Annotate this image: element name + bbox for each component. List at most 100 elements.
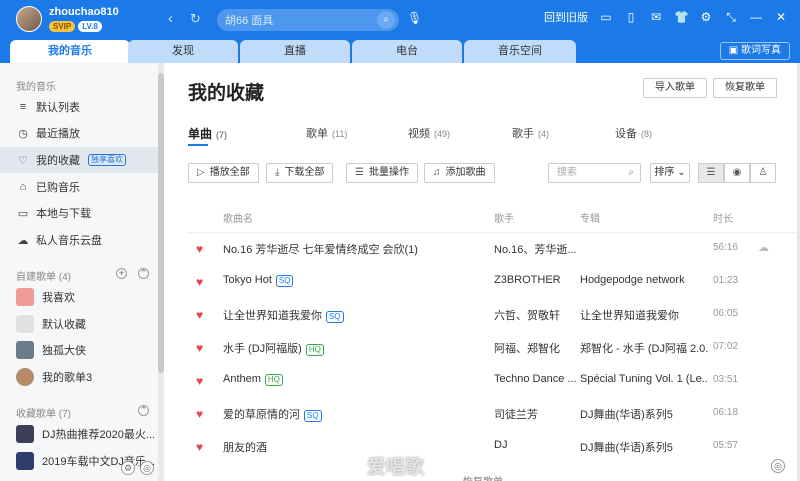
add-song-button[interactable]: ♫ 添加歌曲 [424, 163, 495, 183]
heart-icon[interactable]: ♥ [196, 374, 203, 388]
sidebar-scrollbar[interactable] [158, 63, 164, 481]
level-badge[interactable]: LV.8 [78, 21, 102, 32]
list-view-icon[interactable]: ☰ [698, 163, 724, 183]
lyrics-photo-button[interactable]: ▣ 歌词写真 [719, 42, 790, 60]
tab-my-music[interactable]: 我的音乐 [10, 40, 130, 63]
heart-icon[interactable]: ♥ [196, 341, 203, 355]
refresh-icon[interactable]: ↻ [190, 10, 201, 28]
column-header-name[interactable]: 歌曲名 [223, 210, 253, 225]
cloud-icon[interactable]: ☁ [758, 241, 769, 254]
sidebar-item-default-list[interactable]: ≡ 默认列表 [0, 94, 158, 120]
heart-icon[interactable]: ♥ [196, 440, 203, 454]
subtab-videos[interactable]: 视频 (49) [408, 125, 450, 141]
back-to-old-version-link[interactable]: 回到旧版 [544, 9, 588, 25]
sidebar-item-local[interactable]: ▭ 本地与下载 [0, 200, 158, 226]
sidebar-playlist[interactable]: 我喜欢 [0, 284, 158, 310]
sidebar-item-recent[interactable]: ◷ 最近播放 [0, 120, 158, 146]
mail-icon[interactable]: ✉ [649, 10, 663, 24]
song-name[interactable]: No.16 芳华逝尽 七年爱情终成空 会欣(1) [223, 241, 418, 257]
heart-icon[interactable]: ♥ [196, 242, 203, 256]
song-artist[interactable]: Techno Dance ... [494, 373, 576, 385]
song-name[interactable]: 让全世界知道我爱你 SQ [223, 307, 344, 323]
song-album[interactable]: 郑智化 - 水手 (DJ阿福 2.0... [580, 340, 708, 356]
subtab-songs[interactable]: 单曲 (7) [188, 125, 227, 142]
download-all-button[interactable]: ⤓ 下载全部 [266, 163, 334, 183]
song-album[interactable]: 让全世界知道我爱你 [580, 307, 679, 323]
tab-live[interactable]: 直播 [240, 40, 350, 63]
song-artist[interactable]: 六哲、贺敬轩 [494, 307, 560, 323]
sidebar-playlist[interactable]: 默认收藏 [0, 311, 158, 337]
song-artist[interactable]: Z3BROTHER [494, 274, 561, 286]
song-name[interactable]: 水手 (DJ阿福版) HQ [223, 340, 324, 356]
svip-badge[interactable]: SVIP [49, 21, 76, 32]
song-name[interactable]: 爱的草原情的河 SQ [223, 406, 322, 422]
artist-view-icon[interactable]: ♙ [750, 163, 776, 183]
sidebar-item-purchased[interactable]: ⌂ 已购音乐 [0, 174, 158, 200]
batch-operation-button[interactable]: ☰ 批量操作 [346, 163, 418, 183]
microphone-icon[interactable]: 🎙 [407, 11, 422, 25]
table-row[interactable]: ♥ 水手 (DJ阿福版) HQ 阿福、郑智化 郑智化 - 水手 (DJ阿福 2.0...… [188, 331, 796, 364]
locate-icon[interactable]: ◎ [771, 459, 785, 473]
username[interactable]: zhouchao810 [49, 6, 119, 18]
back-arrow-icon[interactable]: ‹ [168, 10, 173, 28]
song-name[interactable]: Tokyo Hot SQ [223, 274, 294, 287]
song-artist[interactable]: 阿福、郑智化 [494, 340, 560, 356]
heart-icon[interactable]: ♥ [196, 407, 203, 421]
locate-icon[interactable]: ◎ [140, 461, 154, 475]
table-row[interactable]: ♥ Tokyo Hot SQ Z3BROTHER Hodgepodge network 0… [188, 265, 796, 298]
song-album[interactable]: DJ舞曲(华语)系列5 [580, 439, 673, 455]
scrollbar-thumb[interactable] [158, 73, 164, 373]
subtab-playlists[interactable]: 歌单 (11) [306, 125, 347, 141]
album-view-icon[interactable]: ◉ [724, 163, 750, 183]
search-input[interactable]: 胡66 面具 [217, 9, 399, 31]
add-playlist-icon[interactable]: + [116, 268, 127, 279]
sidebar-item-favorites[interactable]: ♡ 我的收藏 独享喜欢 [0, 147, 158, 173]
column-header-album[interactable]: 专辑 [580, 210, 600, 225]
song-artist[interactable]: No.16、芳华逝... [494, 241, 576, 257]
restore-playlist-link[interactable]: 恢复歌单 [463, 473, 503, 481]
gear-icon[interactable]: ⚙ [699, 10, 713, 24]
song-album[interactable]: DJ舞曲(华语)系列5 [580, 406, 673, 422]
table-row[interactable]: ♥ 让全世界知道我爱你 SQ 六哲、贺敬轩 让全世界知道我爱你 06:05 [188, 298, 796, 331]
song-artist[interactable]: DJ [494, 439, 507, 451]
table-row[interactable]: ♥ No.16 芳华逝尽 七年爱情终成空 会欣(1) No.16、芳华逝... 56:… [188, 232, 796, 265]
subtab-artists[interactable]: 歌手 (4) [512, 125, 549, 141]
tab-discover[interactable]: 发现 [128, 40, 238, 63]
song-artist[interactable]: 司徒兰芳 [494, 406, 538, 422]
restore-playlist-button[interactable]: 恢复歌单 [713, 78, 777, 98]
close-icon[interactable]: ✕ [774, 10, 788, 24]
settings-icon[interactable]: ⚙ [121, 461, 135, 475]
table-row[interactable]: ♥ 爱的草原情的河 SQ 司徒兰芳 DJ舞曲(华语)系列5 06:18 [188, 397, 796, 430]
collapse-icon[interactable]: ⌃ [138, 405, 149, 416]
song-name[interactable]: 朋友的酒 [223, 439, 267, 455]
sidebar-playlist[interactable]: 独孤大侠 [0, 337, 158, 363]
table-row[interactable]: ♥ Anthem HQ Techno Dance ... Spécial Tuning … [188, 364, 796, 397]
collapse-icon[interactable]: ⌃ [138, 268, 149, 279]
tab-radio[interactable]: 电台 [352, 40, 462, 63]
song-name[interactable]: Anthem HQ [223, 373, 283, 386]
shirt-icon[interactable]: 👕 [674, 10, 689, 24]
sidebar-item-cloud[interactable]: ☁ 私人音乐云盘 [0, 227, 158, 253]
heart-icon[interactable]: ♥ [196, 308, 203, 322]
sidebar-playlist[interactable]: DJ热曲推荐2020最火... [0, 421, 158, 447]
tab-music-space[interactable]: 音乐空间 [464, 40, 576, 63]
search-icon[interactable]: ⌕ [377, 11, 395, 29]
sort-dropdown[interactable]: 排序 ⌄ [650, 163, 690, 183]
search-icon[interactable]: ⌕ [628, 164, 634, 182]
column-header-artist[interactable]: 歌手 [494, 210, 514, 225]
play-all-button[interactable]: ▷ 播放全部 [188, 163, 259, 183]
mobile-icon[interactable]: ▯ [624, 10, 638, 24]
table-row[interactable]: ♥ 朋友的酒 DJ DJ舞曲(华语)系列5 05:57 [188, 430, 796, 463]
song-album[interactable]: Spécial Tuning Vol. 1 (Le... [580, 373, 708, 385]
sidebar-playlist[interactable]: 我的歌单3 [0, 364, 158, 390]
screen-icon[interactable]: ▭ [599, 10, 613, 24]
minimize-icon[interactable]: — [749, 10, 763, 24]
list-search-input[interactable]: 搜索 ⌕ [548, 163, 641, 183]
subtab-devices[interactable]: 设备 (8) [615, 125, 652, 141]
heart-icon[interactable]: ♥ [196, 275, 203, 289]
song-album[interactable]: Hodgepodge network [580, 274, 685, 286]
import-playlist-button[interactable]: 导入歌单 [643, 78, 707, 98]
shrink-icon[interactable]: ⤡ [724, 10, 738, 25]
avatar[interactable] [16, 6, 42, 32]
column-header-duration[interactable]: 时长 [713, 210, 733, 225]
